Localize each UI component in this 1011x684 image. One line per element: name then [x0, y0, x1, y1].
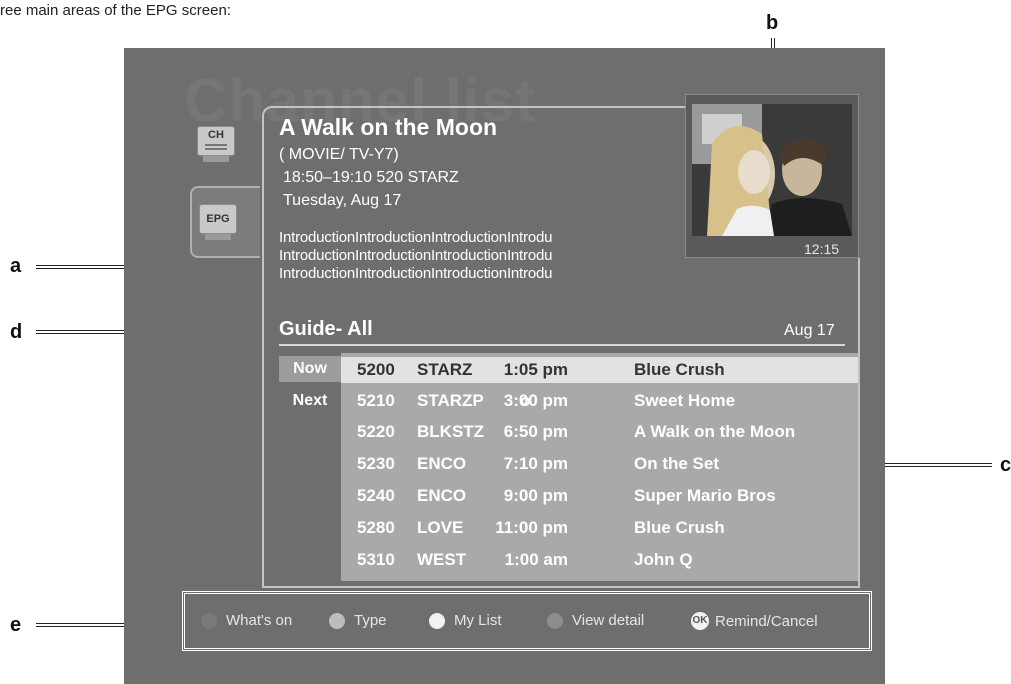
ch-tab-lines [205, 144, 227, 146]
channel-number: 5230 [357, 454, 395, 473]
preview-clock: 12:15 [804, 241, 840, 257]
program-time-channel: 18:50–19:10 520 STARZ [283, 169, 459, 186]
figure-caption: ree main areas of the EPG screen: [0, 2, 231, 19]
program-row[interactable]: 5200 STARZ 1:05 pm Blue Crush [341, 357, 858, 383]
key-my-list[interactable]: My List [429, 612, 502, 629]
channel-list-tab[interactable]: CH [197, 126, 235, 162]
program-name: A Walk on the Moon [634, 422, 796, 441]
yellow-key-icon [429, 612, 445, 629]
channel-name: LOVE [417, 518, 464, 537]
channel-name: ENCO [417, 486, 467, 505]
channel-name: STARZP [417, 391, 484, 410]
guide-divider [279, 344, 845, 346]
channel-number: 5210 [357, 391, 395, 410]
annotation-c: c [1000, 454, 1011, 476]
key-view-detail[interactable]: View detail [547, 612, 644, 629]
program-introduction-line: IntroductionIntroductionIntroductionIntr… [279, 247, 553, 264]
key-label: View detail [572, 612, 645, 629]
ok-button-icon: OK [691, 612, 709, 630]
epg-screen: Channel list CH EPG A Walk on the Moon (… [124, 48, 885, 684]
guide-date: Aug 17 [784, 322, 835, 339]
channel-name: BLKSTZ [417, 422, 485, 441]
annotation-b: b [766, 12, 779, 34]
program-introduction-line: IntroductionIntroductionIntroductionIntr… [279, 265, 553, 282]
info-panel-frame-right [858, 258, 860, 588]
program-name: John Q [634, 550, 693, 569]
program-title: A Walk on the Moon [279, 114, 498, 140]
program-date: Tuesday, Aug 17 [283, 192, 402, 209]
program-name: Blue Crush [634, 518, 725, 537]
channel-number: 5310 [357, 550, 395, 569]
channel-number: 5220 [357, 422, 395, 441]
program-time: 1:00 am [504, 550, 568, 569]
program-time: 9:00 pm [503, 486, 568, 505]
program-time: 11:00 pm [495, 518, 568, 537]
program-time: 1:05 pm [503, 360, 568, 379]
annotation-e: e [10, 614, 22, 636]
key-label: Type [354, 612, 387, 629]
program-name: Super Mario Bros [634, 486, 776, 505]
channel-name: WEST [417, 550, 467, 569]
annotation-d: d [10, 321, 23, 343]
program-row[interactable]: 5240 ENCO 9:00 pm Super Mario Bros [341, 481, 858, 511]
key-type[interactable]: Type [329, 612, 387, 629]
program-time: 7:10 pm [503, 454, 568, 473]
guide-title: Guide- All [279, 318, 373, 340]
program-list: 5200 STARZ 1:05 pm Blue Crush 5210 STARZ… [341, 353, 858, 581]
channel-number: 5280 [357, 518, 395, 537]
program-time: 3:00 pm [503, 391, 568, 410]
ch-tab-label: CH [208, 129, 224, 141]
channel-name: STARZ [417, 360, 473, 379]
color-key-bar: What's on Type My List View detail OK Re… [182, 591, 872, 651]
program-row[interactable]: 5310 WEST 1:00 am John Q [341, 545, 858, 575]
green-key-icon [329, 612, 345, 629]
program-category: ( MOVIE/ TV-Y7) [279, 146, 399, 163]
key-remind-cancel[interactable]: OK Remind/Cancel [691, 612, 818, 630]
key-whats-on[interactable]: What's on [201, 612, 292, 629]
preview-image [692, 104, 852, 236]
red-key-icon [201, 612, 217, 629]
tab-now[interactable]: Now [279, 356, 341, 382]
ch-tab-stand [203, 156, 229, 162]
program-row[interactable]: 5280 LOVE 11:00 pm Blue Crush [341, 513, 858, 543]
preview-video [692, 104, 852, 236]
epg-tab-stand [205, 234, 231, 240]
program-name: Blue Crush [634, 360, 725, 379]
program-row[interactable]: 5210 STARZP 3:00 pm Sweet Home [341, 386, 858, 416]
program-name: Sweet Home [634, 391, 736, 410]
channel-name: ENCO [417, 454, 467, 473]
blue-key-icon [547, 612, 563, 629]
program-time: 6:50 pm [503, 422, 568, 441]
info-panel-frame-bottom [262, 586, 860, 588]
channel-number: 5240 [357, 486, 395, 505]
tab-next[interactable]: Next [279, 388, 341, 414]
program-row[interactable]: 5220 BLKSTZ 6:50 pm A Walk on the Moon [341, 417, 858, 447]
key-label: What's on [226, 612, 293, 629]
key-label: Remind/Cancel [715, 612, 818, 630]
epg-tab-label: EPG [206, 213, 230, 225]
program-row[interactable]: 5230 ENCO 7:10 pm On the Set [341, 449, 858, 479]
channel-number: 5200 [357, 360, 395, 379]
program-introduction-line: IntroductionIntroductionIntroductionIntr… [279, 229, 553, 246]
epg-tab-icon: EPG [199, 204, 237, 234]
key-label: My List [454, 612, 502, 629]
epg-tab[interactable]: EPG [190, 186, 260, 258]
annotation-a: a [10, 255, 22, 277]
ch-tab-icon: CH [197, 126, 235, 156]
program-name: On the Set [634, 454, 720, 473]
